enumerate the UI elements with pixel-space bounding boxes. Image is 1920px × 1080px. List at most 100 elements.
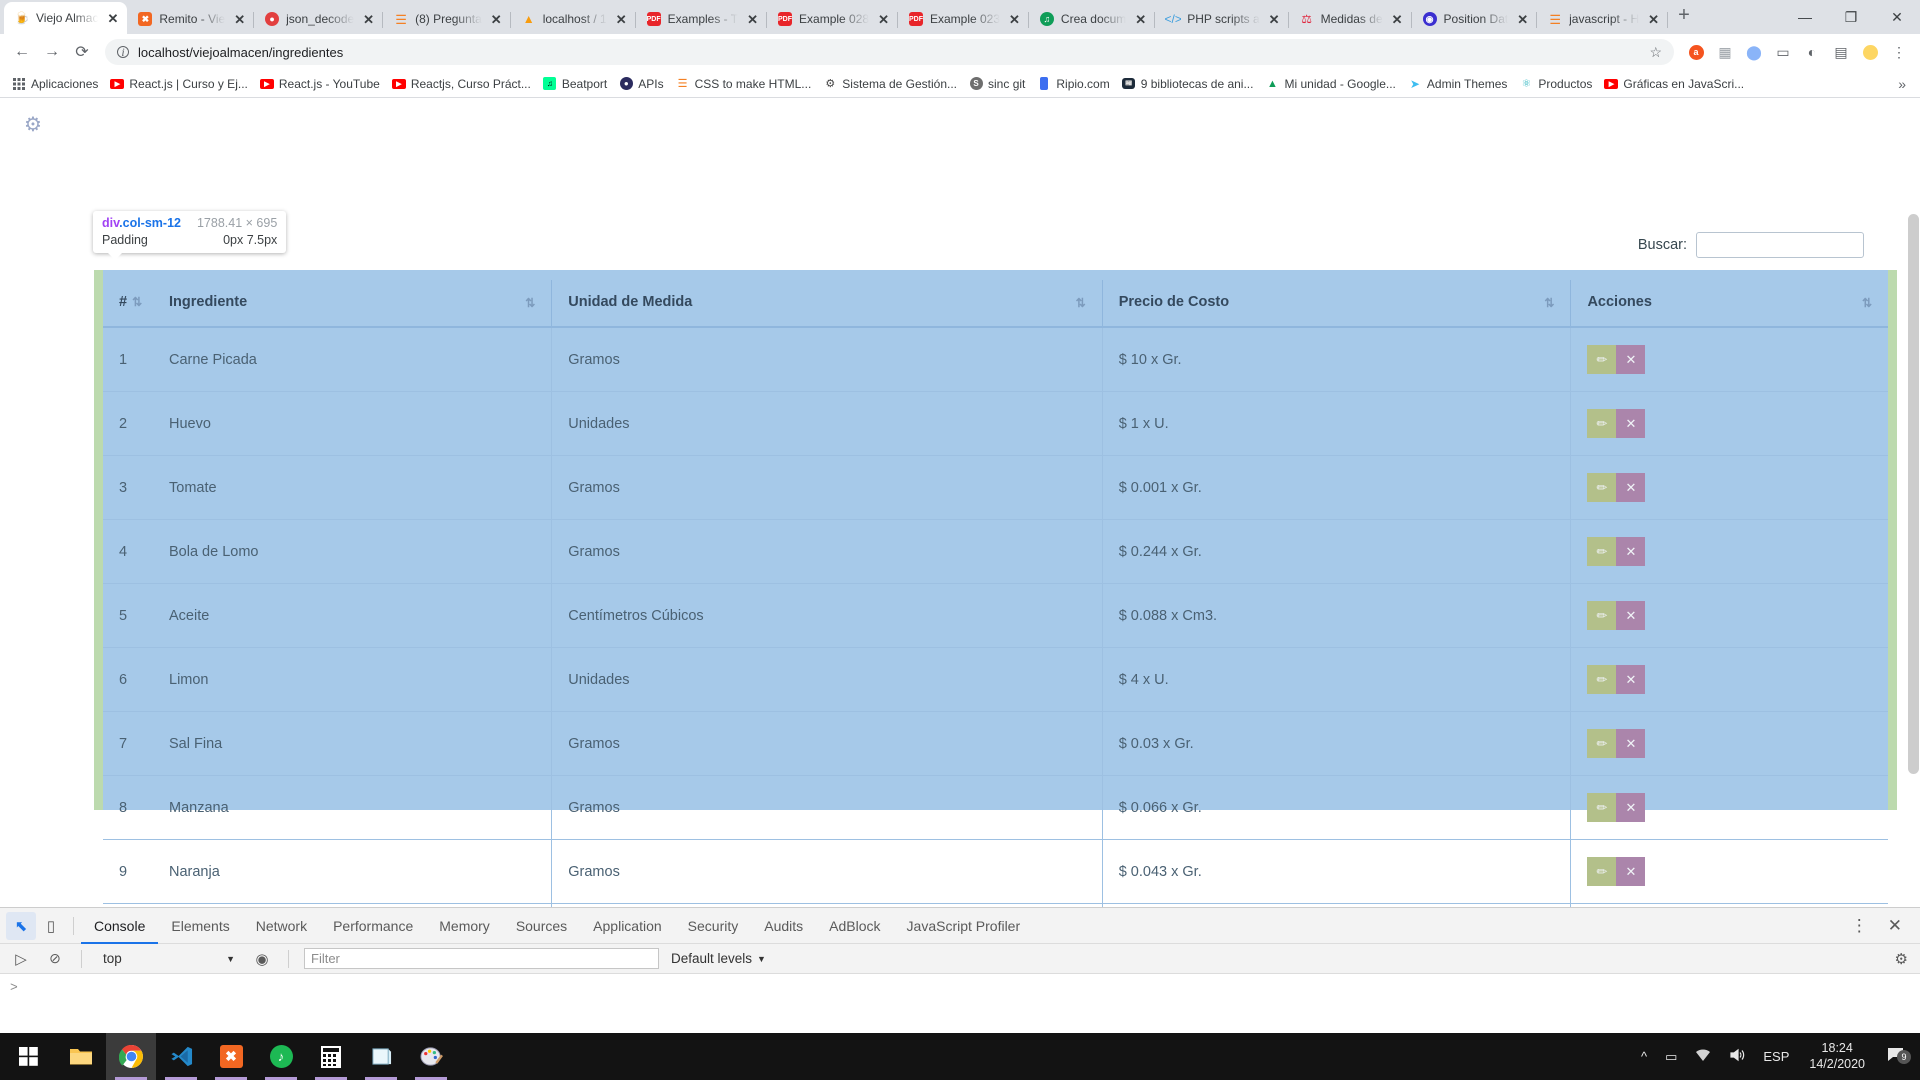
tab-close-button[interactable]: ✕ (1266, 13, 1283, 26)
browser-tab-2[interactable]: ● json_decode ✕ (254, 4, 384, 34)
sort-icon-ingrediente[interactable]: ⇅ (525, 296, 535, 310)
taskbar-vscode-icon[interactable] (156, 1033, 206, 1080)
delete-button[interactable]: ✕ (1616, 473, 1646, 502)
browser-tab-4[interactable]: ▲ localhost / 1 ✕ (511, 4, 636, 34)
taskbar-clock[interactable]: 18:24 14/2/2020 (1799, 1041, 1875, 1072)
tray-language-indicator[interactable]: ESP (1755, 1049, 1797, 1064)
bookmark-item-1[interactable]: ▶ React.js | Curso y Ej... (104, 74, 253, 94)
back-button[interactable]: ← (8, 38, 36, 66)
devtools-close-icon[interactable]: ✕ (1878, 916, 1912, 936)
bookmark-item-4[interactable]: ♫ Beatport (537, 74, 613, 94)
devtools-settings-icon[interactable]: ⚙ (1895, 950, 1920, 968)
bookmark-item-14[interactable]: ▶ Gráficas en JavaScri... (1598, 74, 1750, 94)
taskbar-notepad-icon[interactable] (356, 1033, 406, 1080)
column-header-acciones[interactable]: Acciones ⇅ (1570, 280, 1888, 328)
tab-close-button[interactable]: ✕ (1389, 13, 1406, 26)
delete-button[interactable]: ✕ (1616, 537, 1646, 566)
bookmark-item-12[interactable]: ➤ Admin Themes (1402, 74, 1513, 94)
delete-button[interactable]: ✕ (1616, 409, 1646, 438)
bookmark-star-icon[interactable]: ☆ (1649, 44, 1662, 61)
delete-button[interactable]: ✕ (1616, 857, 1646, 886)
bookmark-item-6[interactable]: ☰ CSS to make HTML... (670, 74, 818, 94)
bookmark-item-7[interactable]: ⚙ Sistema de Gestión... (817, 74, 963, 94)
tray-volume-icon[interactable] (1721, 1048, 1753, 1065)
search-input[interactable] (1696, 232, 1864, 258)
edit-button[interactable]: ✏ (1587, 537, 1617, 566)
browser-tab-6[interactable]: PDF Example 028 ✕ (767, 4, 898, 34)
tab-close-button[interactable]: ✕ (613, 13, 630, 26)
browser-tab-0[interactable]: 🍺 Viejo Almac ✕ (4, 2, 128, 34)
reload-button[interactable]: ⟳ (68, 38, 96, 66)
tab-close-button[interactable]: ✕ (1006, 13, 1023, 26)
forward-button[interactable]: → (38, 38, 66, 66)
devtools-tab-elements[interactable]: Elements (158, 908, 242, 944)
browser-tab-10[interactable]: ⚖ Medidas de ✕ (1289, 4, 1412, 34)
tab-close-button[interactable]: ✕ (1514, 13, 1531, 26)
bookmark-item-11[interactable]: ▲ Mi unidad - Google... (1259, 74, 1401, 94)
maximize-button[interactable]: ❐ (1828, 0, 1874, 34)
page-scrollbar[interactable] (1906, 98, 1920, 907)
tab-close-button[interactable]: ✕ (1132, 13, 1149, 26)
tab-close-button[interactable]: ✕ (744, 13, 761, 26)
browser-tab-5[interactable]: PDF Examples - T ✕ (636, 4, 768, 34)
inspect-element-icon[interactable]: ⬉ (6, 911, 36, 940)
new-tab-button[interactable]: + (1668, 5, 1700, 27)
delete-button[interactable]: ✕ (1616, 729, 1646, 758)
delete-button[interactable]: ✕ (1616, 665, 1646, 694)
devtools-tab-performance[interactable]: Performance (320, 908, 426, 944)
devtools-tab-network[interactable]: Network (243, 908, 320, 944)
edit-button[interactable]: ✏ (1587, 345, 1617, 374)
clear-console-icon[interactable]: ⊘ (40, 945, 70, 973)
devtools-tab-adblock[interactable]: AdBlock (816, 908, 893, 944)
browser-tab-1[interactable]: ✖ Remito - Vie ✕ (127, 4, 254, 34)
tab-close-button[interactable]: ✕ (231, 13, 248, 26)
column-header-ingrediente[interactable]: Ingrediente ⇅ (153, 280, 552, 328)
browser-tab-11[interactable]: ◉ Position Dat ✕ (1412, 4, 1538, 34)
briefcase-icon[interactable]: ▤ (1828, 39, 1854, 65)
bookmark-item-9[interactable]: Ripio.com (1031, 74, 1115, 94)
taskbar-spotify-icon[interactable]: ♪ (256, 1033, 306, 1080)
delete-button[interactable]: ✕ (1616, 601, 1646, 630)
devtools-tab-security[interactable]: Security (675, 908, 752, 944)
bookmark-item-3[interactable]: ▶ Reactjs, Curso Práct... (386, 74, 537, 94)
console-filter-input[interactable]: Filter (304, 948, 659, 969)
tab-close-button[interactable]: ✕ (488, 13, 505, 26)
column-header-unidad[interactable]: Unidad de Medida ⇅ (551, 280, 1103, 328)
devtools-tab-memory[interactable]: Memory (426, 908, 503, 944)
sort-icon-precio[interactable]: ⇅ (1544, 296, 1554, 310)
extension-icon-1[interactable]: ▦ (1712, 39, 1738, 65)
devtools-tab-audits[interactable]: Audits (751, 908, 816, 944)
console-sidebar-icon[interactable]: ▷ (6, 945, 36, 973)
bookmark-item-10[interactable]: 📰 9 bibliotecas de ani... (1116, 74, 1260, 94)
tray-expand-chevron-icon[interactable]: ^ (1633, 1049, 1655, 1064)
devtools-tab-application[interactable]: Application (580, 908, 675, 944)
edit-button[interactable]: ✏ (1587, 793, 1617, 822)
taskbar-chrome-icon[interactable] (106, 1033, 156, 1080)
edit-button[interactable]: ✏ (1587, 665, 1617, 694)
taskbar-paint-icon[interactable] (406, 1033, 456, 1080)
site-info-icon[interactable]: i (117, 45, 129, 59)
device-toolbar-icon[interactable]: ▯ (36, 912, 66, 940)
devtools-tab-console[interactable]: Console (81, 908, 158, 944)
cast-icon[interactable]: ▭ (1770, 39, 1796, 65)
users-group-icon[interactable]: ⚙ (24, 112, 42, 137)
console-output[interactable]: > (0, 974, 1920, 1032)
devtools-tab-sources[interactable]: Sources (503, 908, 580, 944)
sort-icon-acciones[interactable]: ⇅ (1862, 296, 1872, 310)
notification-center-icon[interactable]: 9 (1877, 1047, 1914, 1066)
bookmark-item-0[interactable]: Aplicaciones (6, 74, 104, 94)
browser-tab-3[interactable]: ☰ (8) Pregunta ✕ (383, 4, 511, 34)
column-header-num[interactable]: # ⇅ (103, 280, 153, 328)
sort-icon-num[interactable]: ⇅ (132, 295, 142, 309)
bookmarks-overflow-button[interactable]: » (1890, 76, 1914, 92)
avast-icon[interactable]: a (1683, 39, 1709, 65)
tab-close-button[interactable]: ✕ (1645, 13, 1662, 26)
delete-button[interactable]: ✕ (1616, 793, 1646, 822)
browser-tab-7[interactable]: PDF Example 023 ✕ (898, 4, 1029, 34)
bookmark-item-5[interactable]: ● APIs (613, 74, 669, 94)
tab-close-button[interactable]: ✕ (104, 12, 121, 25)
bookmark-item-13[interactable]: ⚛ Productos (1513, 74, 1598, 94)
address-bar[interactable]: i localhost/viejoalmacen/ingredientes ☆ (105, 39, 1674, 65)
devtools-more-icon[interactable]: ⋮ (1841, 916, 1878, 936)
console-context-select[interactable]: top ▼ (93, 951, 243, 966)
